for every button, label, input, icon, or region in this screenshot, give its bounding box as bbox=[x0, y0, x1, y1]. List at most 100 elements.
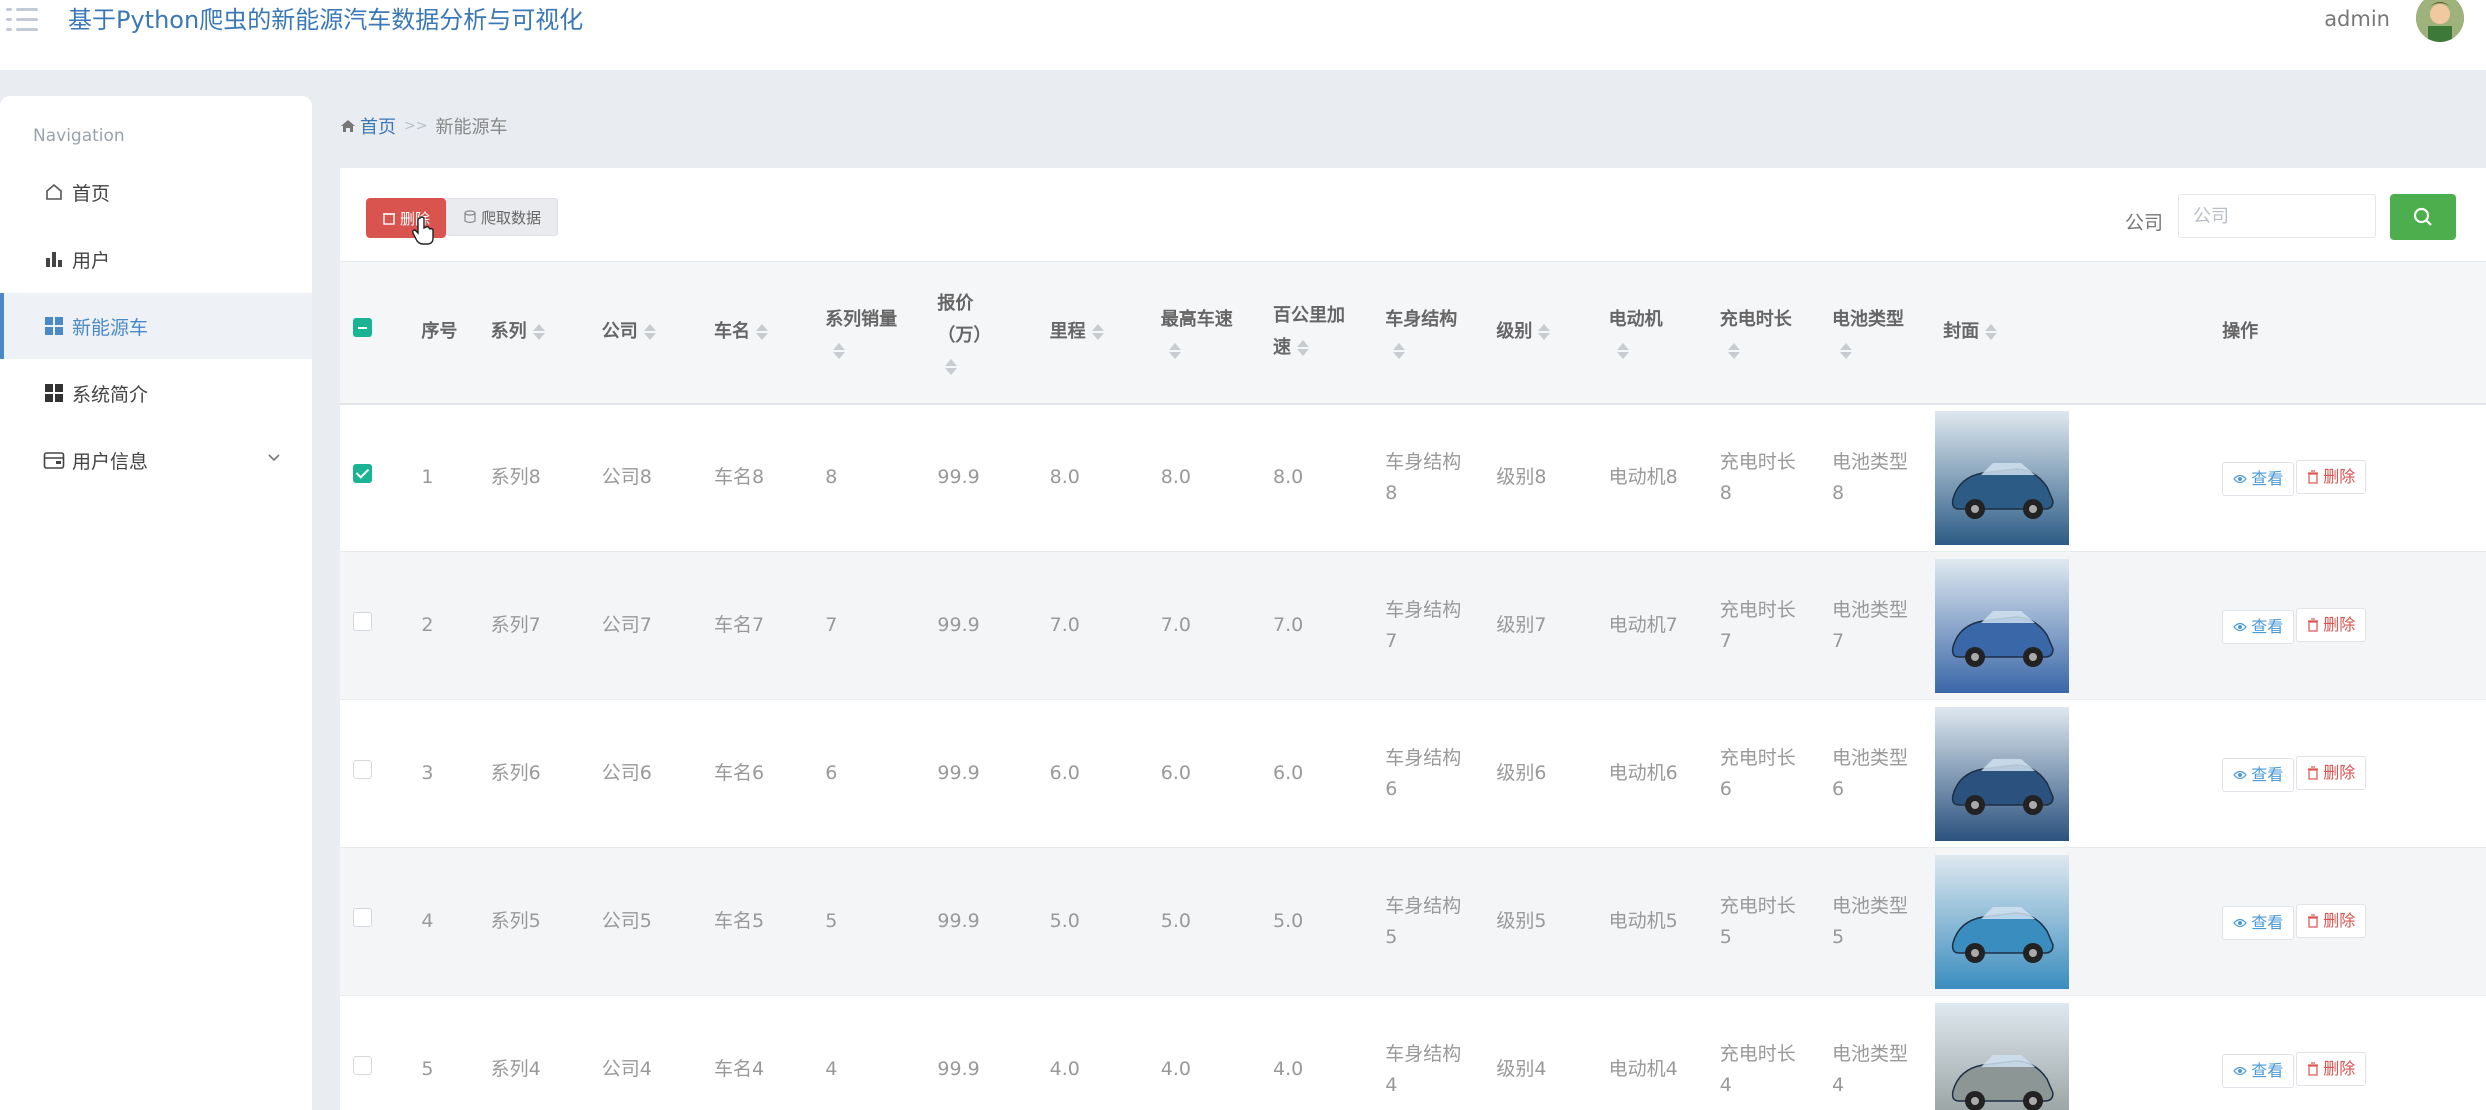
cell-body-value: 4 bbox=[1385, 1073, 1398, 1096]
sort-icon[interactable] bbox=[833, 342, 846, 360]
sort-icon[interactable] bbox=[643, 323, 656, 341]
row-checkbox[interactable] bbox=[353, 464, 372, 484]
table-row: 4 系列5 公司5 车名5 5 99.9 5.0 5.0 5.0 车身结构 5 级别5 电动机5 充电时长… bbox=[340, 847, 2486, 996]
view-button[interactable]: 查看 bbox=[2222, 1053, 2295, 1088]
cell: 系列4 bbox=[483, 996, 594, 1110]
breadcrumb-current: 新能源车 bbox=[435, 117, 508, 138]
sidebar-item-new-energy-cars[interactable]: 新能源车 bbox=[0, 293, 312, 359]
car-cover-image[interactable] bbox=[1935, 854, 2070, 989]
user-avatar[interactable] bbox=[2416, 0, 2464, 42]
column-header-cover[interactable]: 封面 bbox=[1935, 262, 2214, 404]
cell: 电池类型 7 bbox=[1824, 552, 1935, 700]
cell-price: 99.9 bbox=[937, 910, 980, 932]
cell: 系列8 bbox=[483, 404, 594, 552]
column-header-battery[interactable]: 电池类型 bbox=[1824, 262, 1935, 404]
cell: 级别6 bbox=[1488, 700, 1600, 848]
column-header-level[interactable]: 级别 bbox=[1488, 262, 1600, 404]
cell: 充电时长 7 bbox=[1712, 552, 1824, 700]
cell-car-name: 车名7 bbox=[714, 614, 765, 636]
column-header-acceleration[interactable]: 百公里加速 bbox=[1265, 262, 1377, 404]
nav-header: Navigation bbox=[33, 126, 125, 146]
search-button[interactable] bbox=[2390, 194, 2456, 240]
column-header-company[interactable]: 公司 bbox=[594, 262, 706, 404]
column-header-max-speed[interactable]: 最高车速 bbox=[1153, 262, 1265, 404]
cell: 电动机5 bbox=[1601, 848, 1712, 996]
sidebar-item-user-info[interactable]: 用户信息 bbox=[0, 427, 312, 493]
cell: 充电时长 8 bbox=[1712, 404, 1824, 552]
sort-icon[interactable] bbox=[756, 323, 769, 341]
sort-icon[interactable] bbox=[1538, 323, 1551, 341]
sort-icon[interactable] bbox=[1168, 342, 1181, 360]
cell-charge-time: 充电时长 bbox=[1719, 1042, 1796, 1065]
eye-icon bbox=[2233, 622, 2247, 631]
sort-icon[interactable] bbox=[1393, 342, 1406, 360]
delete-button[interactable]: 删除 bbox=[2296, 903, 2367, 938]
cell: 公司4 bbox=[594, 996, 706, 1110]
column-header-series[interactable]: 系列 bbox=[483, 262, 594, 404]
column-header-index[interactable]: 序号 bbox=[413, 262, 482, 404]
delete-button[interactable]: 删除 bbox=[2296, 1051, 2367, 1086]
eye-icon bbox=[2233, 474, 2247, 483]
home-icon bbox=[42, 180, 66, 204]
cell: 99.9 bbox=[929, 848, 1041, 996]
cell-series: 系列5 bbox=[490, 910, 541, 932]
row-checkbox[interactable] bbox=[353, 612, 372, 631]
cell: 99.9 bbox=[929, 996, 1041, 1110]
cell-motor: 电动机8 bbox=[1608, 466, 1678, 489]
delete-button[interactable]: 删除 bbox=[2296, 755, 2367, 790]
car-cover-image[interactable] bbox=[1935, 410, 2070, 545]
select-all-checkbox[interactable] bbox=[353, 318, 372, 338]
username-label[interactable]: admin bbox=[2324, 4, 2390, 34]
car-cover-image[interactable] bbox=[1935, 1002, 2070, 1110]
column-header-charge-time[interactable]: 充电时长 bbox=[1712, 262, 1824, 404]
cell: 车名5 bbox=[706, 848, 817, 996]
cell-body-value: 8 bbox=[1385, 481, 1398, 504]
sort-icon[interactable] bbox=[1091, 323, 1104, 341]
sort-icon[interactable] bbox=[1297, 339, 1310, 357]
column-header-motor[interactable]: 电动机 bbox=[1601, 262, 1712, 404]
breadcrumb-home[interactable]: 首页 bbox=[340, 113, 396, 139]
delete-button[interactable]: 删除 bbox=[2296, 607, 2367, 642]
row-checkbox[interactable] bbox=[353, 908, 372, 927]
sort-icon[interactable] bbox=[532, 323, 545, 341]
crawl-data-button[interactable]: 爬取数据 bbox=[446, 198, 558, 236]
sort-icon[interactable] bbox=[945, 358, 958, 376]
sidebar-item-label: 用户信息 bbox=[72, 450, 149, 473]
row-checkbox[interactable] bbox=[353, 1056, 372, 1075]
cell: 电池类型 4 bbox=[1824, 996, 1935, 1110]
column-header-car-name[interactable]: 车名 bbox=[706, 262, 817, 404]
sidebar-item-home[interactable]: 首页 bbox=[0, 159, 312, 225]
sort-icon[interactable] bbox=[1727, 342, 1740, 360]
column-header-series-sales[interactable]: 系列销量 bbox=[817, 262, 929, 404]
cell-body-value: 6 bbox=[1385, 777, 1398, 800]
column-header-range[interactable]: 里程 bbox=[1042, 262, 1153, 404]
car-cover-image[interactable] bbox=[1935, 558, 2070, 693]
cell: 充电时长 4 bbox=[1712, 996, 1824, 1110]
cell-actions: 查看 删除 bbox=[2214, 552, 2486, 700]
cell-car-name: 车名4 bbox=[714, 1058, 765, 1080]
column-header-body[interactable]: 车身结构 bbox=[1377, 262, 1488, 404]
sort-icon[interactable] bbox=[1840, 342, 1853, 360]
cell-index: 2 bbox=[421, 614, 434, 636]
cell-level: 级别5 bbox=[1496, 910, 1547, 932]
sidebar-item-users[interactable]: 用户 bbox=[0, 226, 312, 292]
view-button[interactable]: 查看 bbox=[2222, 757, 2295, 792]
car-cover-image[interactable] bbox=[1935, 706, 2070, 841]
company-search-input[interactable] bbox=[2178, 194, 2376, 238]
cell: 8.0 bbox=[1153, 404, 1265, 552]
delete-button[interactable]: 删除 bbox=[2296, 459, 2367, 494]
crawl-data-label: 爬取数据 bbox=[480, 208, 541, 227]
app-title: 基于Python爬虫的新能源汽车数据分析与可视化 bbox=[68, 6, 584, 34]
column-header-price[interactable]: 报价 （万） bbox=[929, 262, 1041, 404]
row-checkbox[interactable] bbox=[353, 760, 372, 779]
cell: 8.0 bbox=[1042, 404, 1153, 552]
sort-icon[interactable] bbox=[1985, 323, 1998, 341]
hamburger-icon[interactable] bbox=[6, 6, 40, 34]
sort-icon[interactable] bbox=[1616, 342, 1629, 360]
view-button[interactable]: 查看 bbox=[2222, 609, 2295, 644]
sidebar-item-system-intro[interactable]: 系统简介 bbox=[0, 360, 312, 426]
cell-acceleration: 5.0 bbox=[1273, 910, 1304, 932]
cell-body: 车身结构 bbox=[1385, 894, 1462, 917]
view-button[interactable]: 查看 bbox=[2222, 905, 2295, 940]
view-button[interactable]: 查看 bbox=[2222, 461, 2295, 496]
